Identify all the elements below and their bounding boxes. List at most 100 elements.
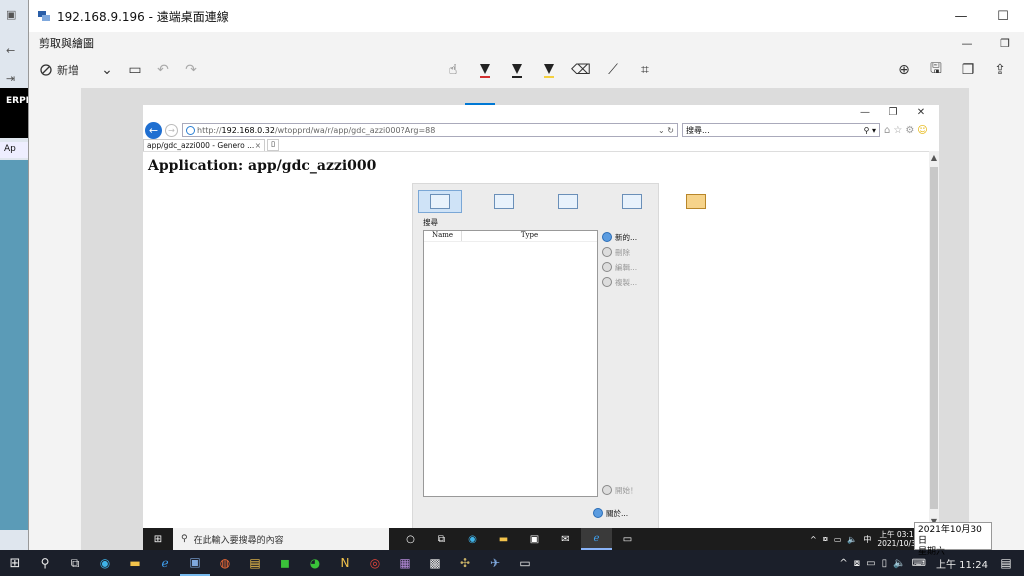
ie-restore-button[interactable]: ❐ [879,107,907,118]
tab-monitor[interactable] [546,190,590,213]
file-explorer-icon[interactable]: ▬ [120,550,150,576]
ime-indicator[interactable]: 中 [863,534,871,545]
column-name[interactable]: Name [424,231,462,241]
search-icon[interactable]: ⚲ [30,550,60,576]
undo-icon[interactable]: ↶ [149,57,177,83]
tab-settings[interactable] [674,190,718,213]
minimize-button[interactable]: — [940,9,982,24]
new-button[interactable]: 新的... [602,231,637,243]
close-tab-icon[interactable]: × [255,141,261,150]
eraser-icon[interactable]: ⌫ [567,57,595,83]
refresh-icon[interactable]: ⌄ ↻ [658,126,674,135]
edge-icon[interactable]: ◉ [90,550,120,576]
cortana-icon[interactable]: ○ [395,528,426,550]
edge-icon[interactable]: ◉ [457,528,488,550]
delete-button[interactable]: 刪除 [602,246,637,258]
maximize-button[interactable]: ☐ [982,9,1024,24]
feedback-smiley-icon[interactable]: ☺ [917,125,927,136]
tab-list[interactable] [610,190,654,213]
chevron-down-icon[interactable]: ⌄ [93,57,121,83]
task-view-icon[interactable]: ⧉ [426,528,457,550]
ie-minimize-button[interactable]: — [851,107,879,118]
terminal-icon[interactable]: ▭ [612,528,643,550]
save-icon[interactable]: 🖫 [922,57,950,83]
tab-connections[interactable] [482,190,526,213]
scroll-thumb[interactable] [930,167,938,509]
internet-explorer-icon[interactable]: ℯ [581,528,612,550]
search-box[interactable]: 搜尋... ⚲ ▾ [682,123,880,137]
login-icon[interactable]: ⇥ [6,72,15,85]
windows-start-icon[interactable]: ⊞ [143,534,173,545]
shortcut-list[interactable]: Name Type [423,230,598,497]
ime-icon[interactable]: ⌨ [912,558,926,569]
tray-overflow-icon[interactable]: ^ [810,535,817,544]
browser-tab[interactable]: app/gdc_azzi000 - Genero ... × [143,139,265,151]
app-icon[interactable]: ▦ [390,550,420,576]
new-tab-button[interactable]: ▯ [267,139,279,151]
address-bar[interactable]: http://192.168.0.32/wtopprd/wa/r/app/gdc… [182,123,678,137]
app-icon[interactable]: ▣ [6,8,16,21]
ballpoint-pen-icon[interactable] [471,57,499,83]
notepad-plus-icon[interactable]: N [330,550,360,576]
forward-button[interactable]: → [165,123,178,137]
tooltip-date: 2021年10月30日 [918,525,982,546]
app-icon[interactable]: ✣ [450,550,480,576]
firefox-icon[interactable]: ◍ [210,550,240,576]
snip-restore-button[interactable]: ❐ [986,37,1024,50]
battery-icon[interactable]: ▭ [866,558,875,569]
highlighter-icon[interactable] [535,57,563,83]
notification-icon[interactable]: ▤ [994,556,1018,570]
remote-search-box[interactable]: ⚲ 在此輸入要搜尋的內容 [173,528,389,550]
new-snip-button[interactable]: 新增 [39,57,79,83]
scroll-up-icon[interactable]: ▲ [929,153,939,162]
line-icon[interactable]: ◼ [270,550,300,576]
wechat-icon[interactable]: ◕ [300,550,330,576]
chrome-icon[interactable]: ◎ [360,550,390,576]
tray-app-icon[interactable]: ⧇ [854,558,860,569]
pencil-icon[interactable] [503,57,531,83]
copy-icon[interactable]: ❐ [954,57,982,83]
sticky-notes-icon[interactable]: ▤ [240,550,270,576]
favorites-icon[interactable]: ☆ [893,125,902,136]
back-button[interactable]: ← [145,121,162,139]
store-icon[interactable]: ▣ [519,528,550,550]
crop-icon[interactable]: ⌗ [631,57,659,83]
home-icon[interactable]: ⌂ [884,125,890,136]
internet-explorer-icon[interactable]: ℯ [150,550,180,576]
tray-overflow-icon[interactable]: ^ [839,558,847,569]
app-icon[interactable]: ✈ [480,550,510,576]
start-button[interactable]: 開始！ [602,484,638,496]
tab-shortcuts[interactable] [418,190,462,213]
volume-icon[interactable]: 🔈 [893,558,905,569]
mail-icon[interactable]: ✉ [550,528,581,550]
network-icon[interactable]: ▯ [882,558,888,569]
snip-minimize-button[interactable]: — [948,37,986,50]
network-icon[interactable]: ▭ [834,535,842,544]
share-icon[interactable]: ⇪ [986,57,1014,83]
search-icon[interactable]: ⚲ ▾ [864,126,876,135]
ie-close-button[interactable]: ✕ [907,107,935,118]
page-title: Application: app/gdc_azzi000 [148,158,377,174]
edit-button[interactable]: 編輯... [602,261,637,273]
volume-icon[interactable]: 🔈 [847,535,857,544]
zoom-icon[interactable]: ⊕ [890,57,918,83]
column-type[interactable]: Type [462,231,597,241]
remote-search-placeholder: 在此輸入要搜尋的內容 [193,535,284,546]
page-scrollbar[interactable]: ▲ ▼ [929,151,939,528]
about-button[interactable]: 關於... [593,507,628,519]
tray-app-icon[interactable]: ⧇ [823,534,828,544]
ruler-icon[interactable]: ⟋ [599,57,627,83]
duplicate-button[interactable]: 複製... [602,276,637,288]
app-icon[interactable]: ▩ [420,550,450,576]
ap-tab[interactable]: Ap [0,142,30,158]
task-view-icon[interactable]: ⧉ [60,550,90,576]
terminal-icon[interactable]: ▭ [510,550,540,576]
file-explorer-icon[interactable]: ▬ [488,528,519,550]
back-arrow-icon[interactable]: ← [6,44,15,57]
windows-start-icon[interactable]: ⊞ [0,556,30,571]
folder-icon[interactable]: ▭ [121,57,149,83]
gear-icon[interactable]: ⚙ [905,125,914,136]
remote-desktop-icon[interactable]: ▣ [180,550,210,576]
touch-writing-icon[interactable]: ☝ [439,57,467,83]
redo-icon[interactable]: ↷ [177,57,205,83]
